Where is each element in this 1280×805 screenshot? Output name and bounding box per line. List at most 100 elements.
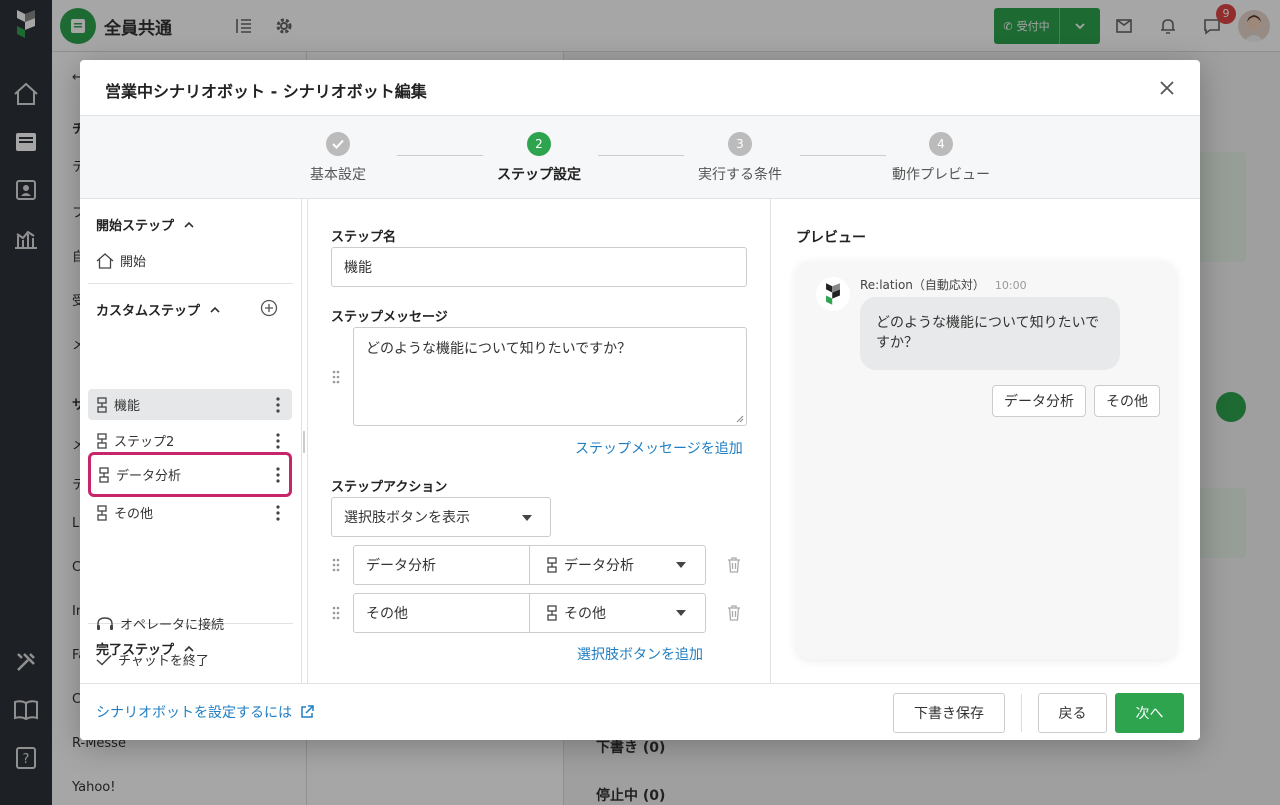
option-text-input[interactable]: その他 xyxy=(354,594,530,632)
kebab-menu-icon[interactable] xyxy=(276,467,280,483)
dropdown-caret-icon xyxy=(676,562,686,568)
step-action-label: ステップアクション xyxy=(331,480,448,495)
dialog-footer: シナリオボットを設定するには 下書き保存 戻る 次へ xyxy=(80,683,1200,740)
step-node-icon xyxy=(547,605,557,621)
sidebar-item-label: チャットを終了 xyxy=(118,654,209,669)
message-time: 10:00 xyxy=(994,279,1027,292)
step-edit-form: ステップ名 機能 ステップメッセージ どのような機能について知りたいですか？ ス… xyxy=(308,199,771,683)
choice-chip[interactable]: その他 xyxy=(1094,385,1160,417)
kebab-menu-icon[interactable] xyxy=(276,397,280,413)
sidebar-item-label: ステップ2 xyxy=(114,435,175,450)
dropdown-caret-icon xyxy=(676,610,686,616)
bot-message-bubble: どのような機能について知りたいですか？ xyxy=(860,297,1120,370)
preview-panel: プレビュー Re:lation（自動応対） 10:00 どのような機能について知り… xyxy=(772,199,1200,683)
home-icon xyxy=(96,252,114,269)
step-preview[interactable]: 4 動作プレビュー xyxy=(871,132,1011,184)
step-list-sidebar: 開始ステップ 開始 カスタムステップ 機能 ステップ2 データ分析 その他 完了… xyxy=(80,199,302,683)
step-message-label: ステップメッセージ xyxy=(331,310,448,325)
option-text-input[interactable]: データ分析 xyxy=(354,546,530,584)
sidebar-item-label: 機能 xyxy=(114,399,141,414)
step-node-icon xyxy=(97,432,107,449)
option-row: その他 その他 xyxy=(353,593,706,633)
add-step-button[interactable] xyxy=(260,299,278,321)
dropdown-caret-icon xyxy=(522,515,532,521)
step-number: 3 xyxy=(728,132,752,156)
selected-value: 選択肢ボタンを表示 xyxy=(344,510,470,526)
help-link[interactable]: シナリオボットを設定するには xyxy=(96,702,314,722)
option-target-select[interactable]: その他 xyxy=(530,594,705,632)
message-sender: Re:lation（自動応対） 10:00 xyxy=(860,276,1027,293)
divider xyxy=(1021,694,1022,732)
sidebar-item-start[interactable]: 開始 xyxy=(96,251,146,270)
sidebar-item-step-function[interactable]: 機能 xyxy=(88,389,292,420)
save-draft-button[interactable]: 下書き保存 xyxy=(893,693,1005,733)
chevron-up-icon xyxy=(184,221,194,228)
sidebar-item-step-other[interactable]: その他 xyxy=(88,497,292,528)
dialog-header: 営業中シナリオボット - シナリオボット編集 xyxy=(80,60,1200,116)
step-node-icon xyxy=(97,396,107,413)
choice-chip[interactable]: データ分析 xyxy=(992,385,1086,417)
option-row: データ分析 データ分析 xyxy=(353,545,706,585)
selected-value: データ分析 xyxy=(564,558,634,574)
trash-icon[interactable] xyxy=(726,604,742,622)
step-step-settings[interactable]: 2 ステップ設定 xyxy=(469,132,609,184)
section-title: カスタムステップ xyxy=(96,304,201,319)
sender-name: Re:lation（自動応対） xyxy=(860,278,985,292)
step-node-icon xyxy=(97,504,107,521)
sidebar-item-label: 開始 xyxy=(120,255,147,270)
step-label: 基本設定 xyxy=(310,167,366,183)
chat-preview-card: Re:lation（自動応対） 10:00 どのような機能について知りたいですか？… xyxy=(796,261,1176,659)
dialog-title: 営業中シナリオボット - シナリオボット編集 xyxy=(105,82,427,101)
sidebar-item-step-data-analysis[interactable]: データ分析 xyxy=(88,452,292,497)
drag-handle-icon[interactable] xyxy=(332,606,340,620)
message-text: どのような機能について知りたいですか？ xyxy=(366,341,632,357)
step-number: 4 xyxy=(929,132,953,156)
step-basic-settings[interactable]: 基本設定 xyxy=(268,132,408,184)
add-step-message-link[interactable]: ステップメッセージを追加 xyxy=(575,438,743,458)
selected-value: その他 xyxy=(564,606,606,622)
section-title: 開始ステップ xyxy=(96,219,175,234)
chevron-up-icon xyxy=(210,306,220,313)
scenario-bot-edit-dialog: 営業中シナリオボット - シナリオボット編集 基本設定 2 ステップ設定 3 実… xyxy=(80,60,1200,740)
add-option-button-link[interactable]: 選択肢ボタンを追加 xyxy=(577,644,703,664)
check-icon xyxy=(96,654,112,666)
bot-logo-icon xyxy=(816,277,850,311)
step-action-select[interactable]: 選択肢ボタンを表示 xyxy=(331,497,551,537)
custom-steps-heading[interactable]: カスタムステップ xyxy=(96,300,220,319)
drag-handle-icon[interactable] xyxy=(332,558,340,572)
step-label: ステップ設定 xyxy=(497,167,581,183)
sidebar-item-step-2[interactable]: ステップ2 xyxy=(88,425,292,456)
sidebar-item-connect-operator[interactable]: オペレータに接続 xyxy=(96,614,224,633)
resize-grip-icon[interactable] xyxy=(736,415,744,423)
step-number: 2 xyxy=(527,132,551,156)
divider xyxy=(88,283,293,284)
headset-icon xyxy=(97,616,113,630)
external-link-icon xyxy=(301,705,314,718)
step-name-label: ステップ名 xyxy=(331,230,397,245)
step-conditions[interactable]: 3 実行する条件 xyxy=(670,132,810,184)
back-button[interactable]: 戻る xyxy=(1038,693,1107,733)
step-label: 動作プレビュー xyxy=(892,167,990,183)
start-steps-heading[interactable]: 開始ステップ xyxy=(96,215,194,234)
next-button[interactable]: 次へ xyxy=(1115,693,1184,733)
trash-icon[interactable] xyxy=(726,556,742,574)
drag-handle-icon[interactable] xyxy=(332,370,340,384)
sidebar-item-label: データ分析 xyxy=(116,469,182,484)
step-label: 実行する条件 xyxy=(698,167,782,183)
sidebar-item-end-chat[interactable]: チャットを終了 xyxy=(96,650,209,669)
close-icon[interactable] xyxy=(1156,77,1178,99)
plus-circle-icon xyxy=(260,299,278,317)
wizard-stepper: 基本設定 2 ステップ設定 3 実行する条件 4 動作プレビュー xyxy=(80,116,1200,199)
sidebar-item-label: オペレータに接続 xyxy=(120,618,225,633)
sidebar-item-label: その他 xyxy=(114,507,154,522)
option-target-select[interactable]: データ分析 xyxy=(530,546,705,584)
kebab-menu-icon[interactable] xyxy=(276,433,280,449)
step-name-input[interactable]: 機能 xyxy=(331,247,747,287)
check-icon xyxy=(326,132,350,156)
step-node-icon xyxy=(99,466,109,483)
step-message-textarea[interactable]: どのような機能について知りたいですか？ xyxy=(353,327,747,426)
step-node-icon xyxy=(547,557,557,573)
help-link-label: シナリオボットを設定するには xyxy=(96,705,292,721)
kebab-menu-icon[interactable] xyxy=(276,505,280,521)
preview-title: プレビュー xyxy=(796,230,866,246)
